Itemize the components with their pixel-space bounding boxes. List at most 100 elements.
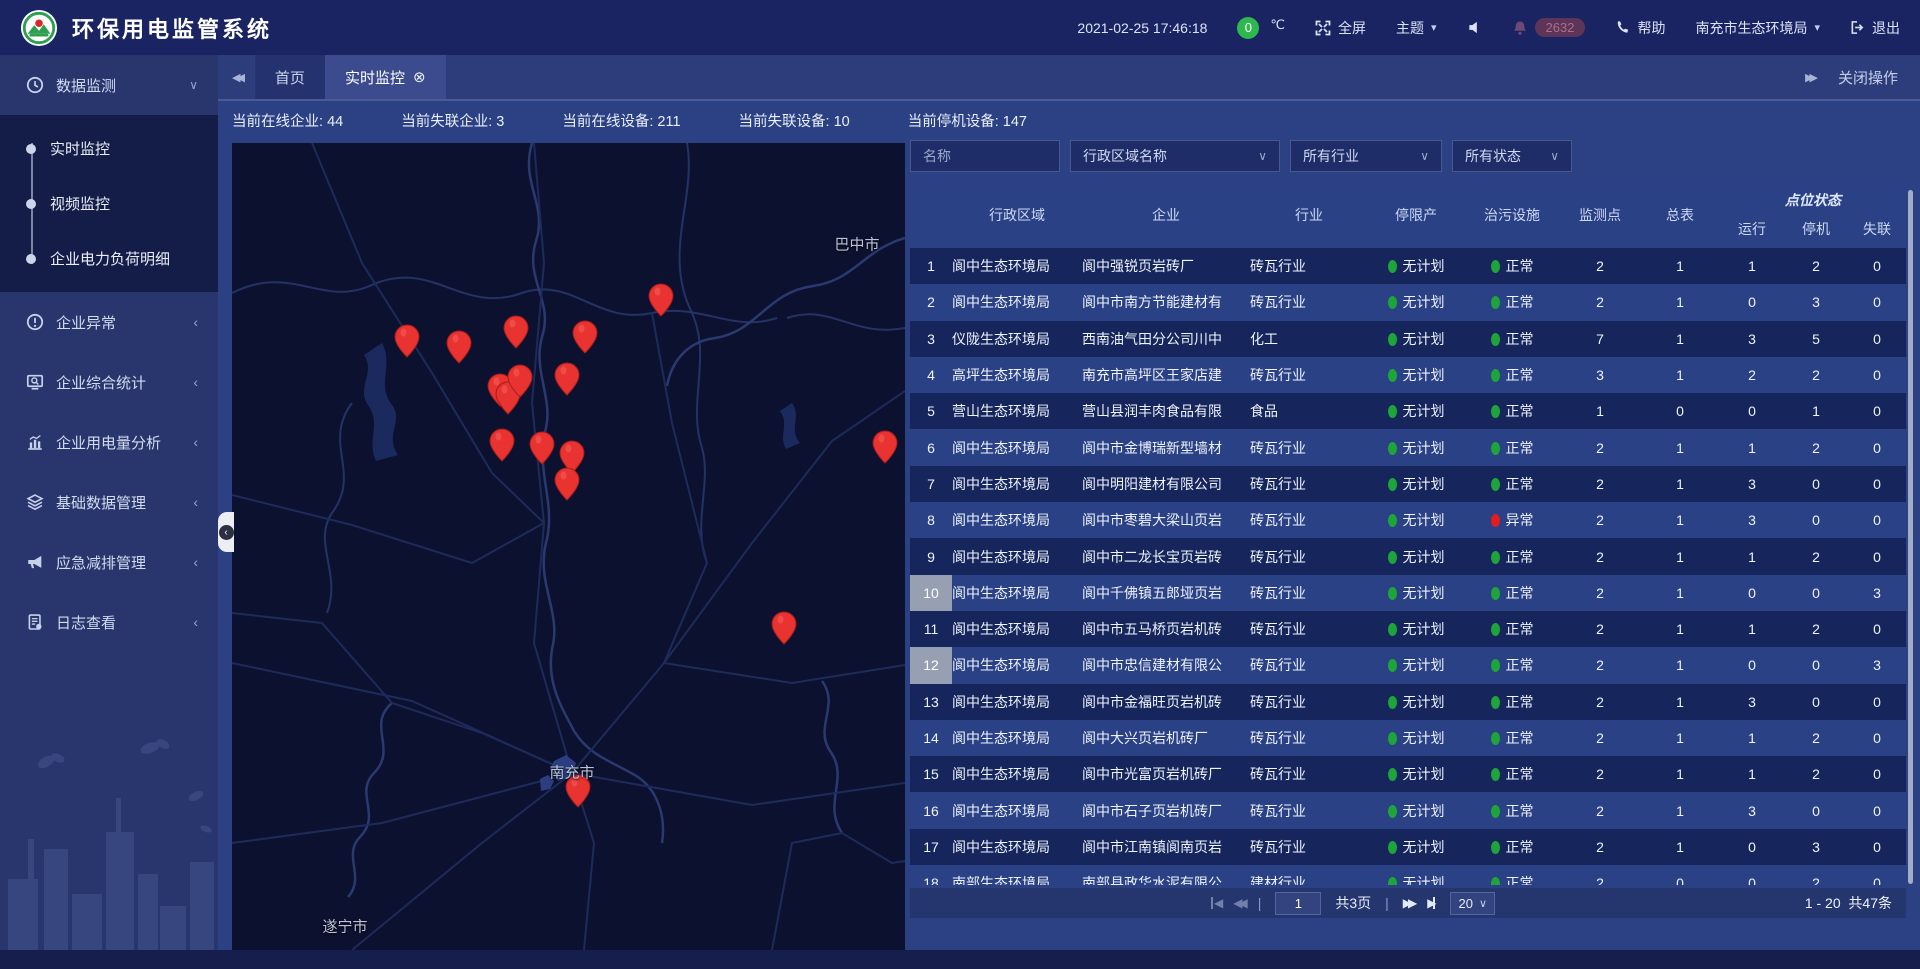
map-pin[interactable] [572, 320, 598, 354]
first-page-button[interactable]: ◀ [1210, 896, 1219, 910]
notification-button[interactable]: 2632 [1512, 18, 1586, 37]
tabs-scroll-left-button[interactable]: ◀◀ [218, 55, 255, 99]
table-row[interactable]: 16阆中生态环境局阆中市石子页岩机砖厂砖瓦行业无计划正常21300 [910, 792, 1906, 828]
sidebar-item[interactable]: 数据监测∨ [0, 55, 218, 115]
map-pin[interactable] [554, 467, 580, 501]
map-pin[interactable] [771, 611, 797, 645]
mute-button[interactable] [1467, 20, 1482, 35]
map-pin[interactable] [554, 362, 580, 396]
logout-button[interactable]: 退出 [1850, 18, 1900, 38]
cell-disconnected: 0 [1848, 331, 1906, 347]
map-pin[interactable] [529, 431, 555, 465]
bullet-dot-icon [26, 144, 36, 154]
table-row[interactable]: 8阆中生态环境局阆中市枣碧大梁山页岩砖瓦行业无计划异常21300 [910, 502, 1906, 538]
table-row[interactable]: 12阆中生态环境局阆中市忠信建材有限公砖瓦行业无计划正常21003 [910, 647, 1906, 683]
name-search-input[interactable] [910, 140, 1060, 172]
map-pin[interactable] [503, 315, 529, 349]
industry-select[interactable]: 所有行业 ∨ [1290, 140, 1442, 172]
table-row[interactable]: 4高坪生态环境局南充市高坪区王家店建砖瓦行业无计划正常31220 [910, 357, 1906, 393]
table-row[interactable]: 18南部生态环境局南部县政华水泥有限公建材行业无计划正常20020 [910, 865, 1906, 885]
table-row[interactable]: 11阆中生态环境局阆中市五马桥页岩机砖砖瓦行业无计划正常21120 [910, 611, 1906, 647]
table-row[interactable]: 7阆中生态环境局阆中明阳建材有限公司砖瓦行业无计划正常21300 [910, 466, 1906, 502]
table-row[interactable]: 1阆中生态环境局阆中强锐页岩砖厂砖瓦行业无计划正常21120 [910, 248, 1906, 284]
chevron-down-icon: ▾ [1431, 21, 1437, 34]
tabs-scroll-right-button[interactable]: ▶▶ [1791, 71, 1828, 84]
pagination-bar: ◀ ◀◀ | 共3页 | ▶▶ ▶ 20 ∨ 1 - 20 共47条 [910, 888, 1906, 918]
sidebar-subitem[interactable]: 实时监控 [0, 121, 218, 176]
layers-icon [26, 493, 44, 511]
cell-index: 6 [910, 429, 952, 465]
table-row[interactable]: 5营山生态环境局营山县润丰肉食品有限食品无计划正常10010 [910, 393, 1906, 429]
cell-region: 阆中生态环境局 [952, 583, 1082, 603]
cell-industry: 砖瓦行业 [1250, 692, 1368, 712]
sidebar-item[interactable]: 企业综合统计‹ [0, 352, 218, 412]
cell-facility-status: 正常 [1464, 365, 1560, 385]
table-scrollbar[interactable] [1908, 190, 1913, 884]
cell-company: 阆中市金福旺页岩机砖 [1082, 692, 1250, 712]
sidebar-item[interactable]: 企业异常‹ [0, 292, 218, 352]
close-icon[interactable]: ⊗ [413, 68, 426, 86]
tab-首页[interactable]: 首页 [255, 55, 325, 99]
theme-dropdown[interactable]: 主题 ▾ [1396, 18, 1437, 38]
status-select[interactable]: 所有状态 ∨ [1452, 140, 1572, 172]
status-dot-icon [1388, 514, 1397, 527]
map-pin[interactable] [507, 364, 533, 398]
table-row[interactable]: 3仪陇生态环境局西南油气田分公司川中化工无计划正常71350 [910, 321, 1906, 357]
map-pin[interactable] [489, 428, 515, 462]
sidebar-item[interactable]: 应急减排管理‹ [0, 532, 218, 592]
column-header-running[interactable]: 运行 [1720, 219, 1784, 239]
column-header-meters[interactable]: 总表 [1640, 182, 1720, 248]
map-pin[interactable] [872, 430, 898, 464]
map-pin[interactable] [648, 283, 674, 317]
cell-running: 0 [1720, 875, 1784, 885]
chevron-left-icon: ‹ [193, 614, 198, 630]
help-button[interactable]: 帮助 [1615, 18, 1665, 38]
table-row[interactable]: 9阆中生态环境局阆中市二龙长宝页岩砖砖瓦行业无计划正常21120 [910, 538, 1906, 574]
map-pin[interactable] [394, 324, 420, 358]
sidebar-item[interactable]: 日志查看‹ [0, 592, 218, 652]
map-panel[interactable]: 巴中市南充市遂宁市 [232, 143, 905, 950]
sidebar-item[interactable]: 基础数据管理‹ [0, 472, 218, 532]
page-number-input[interactable] [1275, 892, 1321, 915]
next-page-button[interactable]: ▶▶ [1403, 896, 1413, 910]
sidebar-subitem[interactable]: 企业电力负荷明细 [0, 231, 218, 286]
table-row[interactable]: 14阆中生态环境局阆中大兴页岩机砖厂砖瓦行业无计划正常21120 [910, 720, 1906, 756]
close-operations-button[interactable]: 关闭操作 [1828, 67, 1920, 88]
map-pin[interactable] [446, 330, 472, 364]
fullscreen-button[interactable]: 全屏 [1315, 18, 1366, 38]
cell-running: 1 [1720, 730, 1784, 746]
sidebar-subitem[interactable]: 视频监控 [0, 176, 218, 231]
table-row[interactable]: 13阆中生态环境局阆中市金福旺页岩机砖砖瓦行业无计划正常21300 [910, 684, 1906, 720]
status-dot-icon [1388, 696, 1397, 709]
column-header-stopped[interactable]: 停机 [1784, 219, 1848, 239]
table-row[interactable]: 17阆中生态环境局阆中市江南镇阆南页岩砖瓦行业无计划正常21030 [910, 829, 1906, 865]
table-row[interactable]: 10阆中生态环境局阆中千佛镇五郎垭页岩砖瓦行业无计划正常21003 [910, 575, 1906, 611]
table-row[interactable]: 6阆中生态环境局阆中市金博瑞新型墙材砖瓦行业无计划正常21120 [910, 429, 1906, 465]
column-header-industry[interactable]: 行业 [1250, 182, 1368, 248]
sidebar-subitem-label: 实时监控 [50, 138, 110, 159]
column-header-facility[interactable]: 治污设施 [1464, 182, 1560, 248]
column-header-monitors[interactable]: 监测点 [1560, 182, 1640, 248]
table-row[interactable]: 2阆中生态环境局阆中市南方节能建材有砖瓦行业无计划正常21030 [910, 284, 1906, 320]
region-select[interactable]: 行政区域名称 ∨ [1070, 140, 1280, 172]
column-header-company[interactable]: 企业 [1082, 182, 1250, 248]
previous-page-button[interactable]: ◀◀ [1233, 896, 1243, 910]
sidebar-collapse-toggle[interactable]: ‹ [218, 512, 234, 552]
column-header-production[interactable]: 停限产 [1368, 182, 1464, 248]
table-row[interactable]: 15阆中生态环境局阆中市光富页岩机砖厂砖瓦行业无计划正常21120 [910, 756, 1906, 792]
column-header-disconnected[interactable]: 失联 [1848, 219, 1906, 239]
last-page-button[interactable]: ▶ [1427, 896, 1436, 910]
cell-meters: 1 [1640, 585, 1720, 601]
column-header-region[interactable]: 行政区域 [952, 182, 1082, 248]
cell-disconnected: 0 [1848, 476, 1906, 492]
status-dot-icon [1491, 877, 1500, 885]
cell-stopped: 2 [1784, 730, 1848, 746]
cell-stopped: 5 [1784, 331, 1848, 347]
tab-实时监控[interactable]: 实时监控⊗ [325, 55, 446, 99]
column-header-index[interactable] [910, 182, 952, 248]
org-dropdown[interactable]: 南充市生态环境局 ▾ [1695, 18, 1820, 38]
sidebar-item[interactable]: 企业用电量分析‹ [0, 412, 218, 472]
cell-facility-status: 正常 [1464, 692, 1560, 712]
page-size-select[interactable]: 20 ∨ [1450, 892, 1495, 915]
cell-facility-status: 异常 [1464, 510, 1560, 530]
